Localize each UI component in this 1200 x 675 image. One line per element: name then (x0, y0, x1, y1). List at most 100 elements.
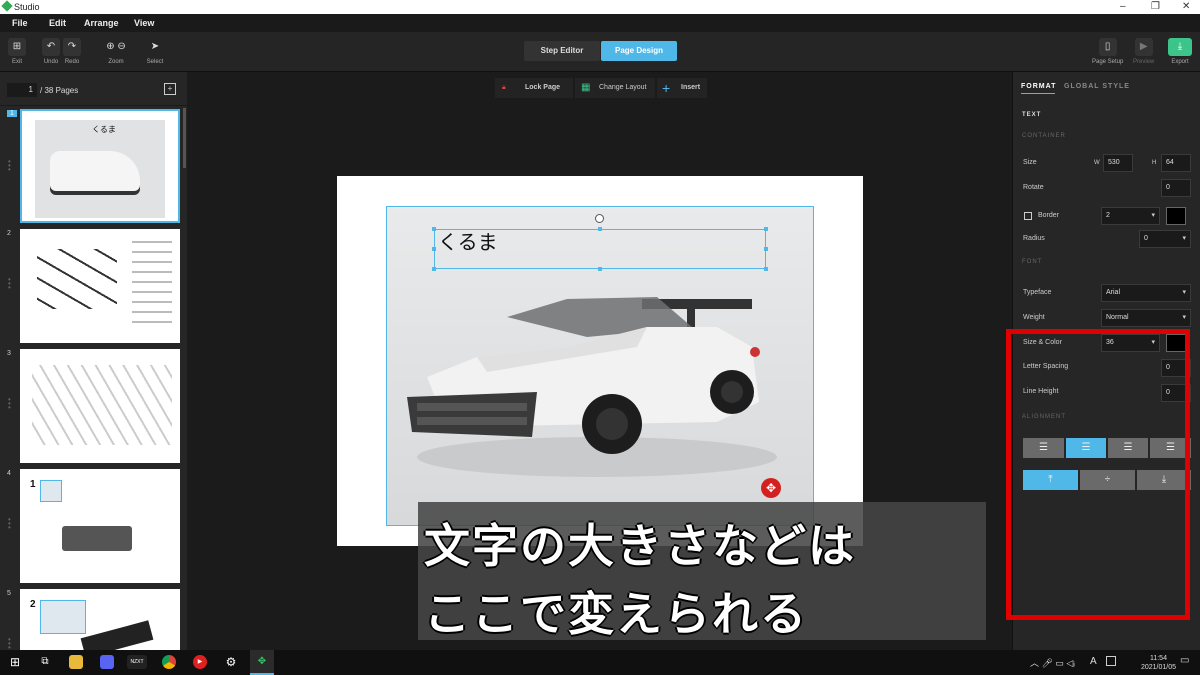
rotate-input[interactable]: 0 (1161, 179, 1191, 197)
plus-icon: + (662, 80, 671, 96)
page-thumb-3[interactable] (20, 349, 180, 463)
layout-icon: ▦ (581, 82, 591, 93)
chrome-icon[interactable] (162, 655, 176, 669)
tab-format[interactable]: FORMAT (1021, 83, 1056, 90)
move-icon[interactable]: ✥ (761, 478, 781, 498)
change-layout-button[interactable]: ▦ Change Layout (575, 78, 655, 98)
zoom-button[interactable]: ⊕ ⊖ Zoom (96, 38, 136, 65)
callout-box (40, 600, 86, 634)
page-thumb-1[interactable]: くるま (20, 109, 180, 223)
page-number-2: 2 (7, 230, 11, 237)
media-player-icon[interactable]: ▶ (193, 655, 207, 669)
tab-global-style[interactable]: GLOBAL STYLE (1064, 83, 1130, 90)
drag-handle-icon[interactable]: • • • (8, 276, 11, 292)
page-count: / 38 Pages (40, 86, 79, 95)
studio-taskbar-icon[interactable]: ✥ (250, 650, 274, 675)
resize-handle[interactable] (432, 227, 436, 231)
drag-handle-icon[interactable]: • • • (8, 396, 11, 412)
height-label: H (1152, 160, 1157, 166)
tray-icons[interactable]: ︿ 🎤︎ ▭ ◁ᵢ (1030, 656, 1075, 669)
page-number-3: 3 (7, 350, 11, 357)
nzxt-icon[interactable]: NZXT (127, 655, 147, 669)
resize-handle[interactable] (598, 267, 602, 271)
border-label: Border (1038, 212, 1060, 219)
resize-handle[interactable] (432, 247, 436, 251)
page-thumb-5[interactable]: 2 (20, 589, 180, 658)
discord-icon[interactable] (100, 655, 114, 669)
weight-label: Weight (1023, 314, 1045, 321)
drag-handle-icon[interactable]: • • • (8, 516, 11, 532)
lock-page-button[interactable]: 🔒︎ Lock Page (495, 78, 573, 98)
minimize-button[interactable]: – (1120, 1, 1126, 12)
format-heading: TEXT (1022, 112, 1042, 118)
notification-icon[interactable]: ▭ (1180, 655, 1189, 666)
page-title-text[interactable]: くるま (438, 226, 498, 255)
menu-arrange[interactable]: Arrange (84, 18, 119, 28)
select-button[interactable]: ➤ Select (146, 38, 164, 65)
insert-button[interactable]: + Insert (657, 78, 707, 98)
redo-button[interactable]: ↷ Redo (63, 38, 81, 65)
undo-button[interactable]: ↶ Undo (42, 38, 60, 65)
page-number-input[interactable]: 1 (7, 83, 37, 97)
exit-icon: ⊞ (8, 38, 26, 56)
windows-taskbar: ⊞ ⧉ NZXT ▶ ⚙ ✥ ︿ 🎤︎ ▭ ◁ᵢ A 11:54 2021/01… (0, 650, 1200, 675)
play-icon: ▶ (1134, 38, 1153, 56)
clock-time: 11:54 (1149, 655, 1167, 662)
resize-handle[interactable] (764, 267, 768, 271)
resize-handle[interactable] (764, 247, 768, 251)
resize-handle[interactable] (764, 227, 768, 231)
toolbar: ⊞ Exit ↶ Undo ↷ Redo ⊕ ⊖ Zoom ➤ Select Step E… (0, 32, 1200, 72)
border-checkbox[interactable] (1024, 212, 1032, 220)
page-setup-button[interactable]: ▯ Page Setup (1092, 38, 1123, 65)
pages-scrollbar[interactable] (183, 108, 186, 168)
settings-gear-icon[interactable]: ⚙ (224, 655, 238, 669)
exit-button[interactable]: ⊞ Exit (8, 38, 26, 65)
resize-handle[interactable] (598, 227, 602, 231)
ime-indicator[interactable]: A (1090, 656, 1097, 667)
studio-logo-icon (1, 0, 13, 12)
maximize-button[interactable]: ❐ (1151, 1, 1160, 12)
menu-view[interactable]: View (134, 18, 154, 28)
page-preview[interactable]: くるま ✥ (337, 176, 863, 546)
page-design-tab[interactable]: Page Design (601, 41, 677, 61)
close-button[interactable]: ✕ (1182, 1, 1190, 12)
undo-label: Undo (43, 59, 59, 65)
undo-icon: ↶ (42, 38, 60, 56)
preview-button[interactable]: ▶ Preview (1133, 38, 1154, 65)
width-input[interactable]: 530 (1103, 154, 1133, 172)
file-explorer-icon[interactable] (69, 655, 83, 669)
menu-bar: File Edit Arrange View (0, 14, 1200, 32)
radius-label: Radius (1023, 235, 1045, 242)
border-color-swatch[interactable] (1166, 207, 1186, 225)
font-section: FONT (1022, 259, 1043, 265)
add-page-icon[interactable]: + (164, 83, 176, 95)
drag-handle-icon[interactable]: • • • (8, 158, 11, 174)
typeface-label: Typeface (1023, 289, 1052, 296)
lock-page-label: Lock Page (525, 84, 561, 91)
page-setup-label: Page Setup (1092, 59, 1124, 65)
border-width-select[interactable]: 2 (1101, 207, 1160, 225)
menu-edit[interactable]: Edit (49, 18, 66, 28)
preview-label: Preview (1133, 59, 1155, 65)
page-navigator: 1 / 38 Pages + (0, 72, 187, 106)
ime-mode-icon[interactable] (1106, 656, 1116, 666)
drag-handle-icon[interactable]: • • • (8, 636, 11, 652)
windows-start-icon[interactable]: ⊞ (8, 655, 22, 669)
rotate-label: Rotate (1023, 184, 1044, 191)
height-input[interactable]: 64 (1161, 154, 1191, 172)
weight-select[interactable]: Normal (1101, 309, 1191, 327)
typeface-select[interactable]: Arial (1101, 284, 1191, 302)
page-thumb-2[interactable] (20, 229, 180, 343)
menu-file[interactable]: File (12, 18, 28, 28)
task-view-icon[interactable]: ⧉ (38, 655, 52, 669)
radius-select[interactable]: 0 (1139, 230, 1191, 248)
system-clock[interactable]: 11:54 2021/01/05 (1141, 654, 1176, 672)
selected-text-box[interactable]: くるま (432, 226, 768, 271)
rotate-handle[interactable] (595, 214, 604, 223)
caption-line-1: 文字の大きさなどは (424, 520, 856, 572)
export-label: Export (1171, 59, 1189, 65)
export-button[interactable]: ⤓ Export (1168, 38, 1192, 65)
step-editor-tab[interactable]: Step Editor (524, 41, 600, 61)
resize-handle[interactable] (432, 267, 436, 271)
page-thumb-4[interactable]: 1 (20, 469, 180, 583)
